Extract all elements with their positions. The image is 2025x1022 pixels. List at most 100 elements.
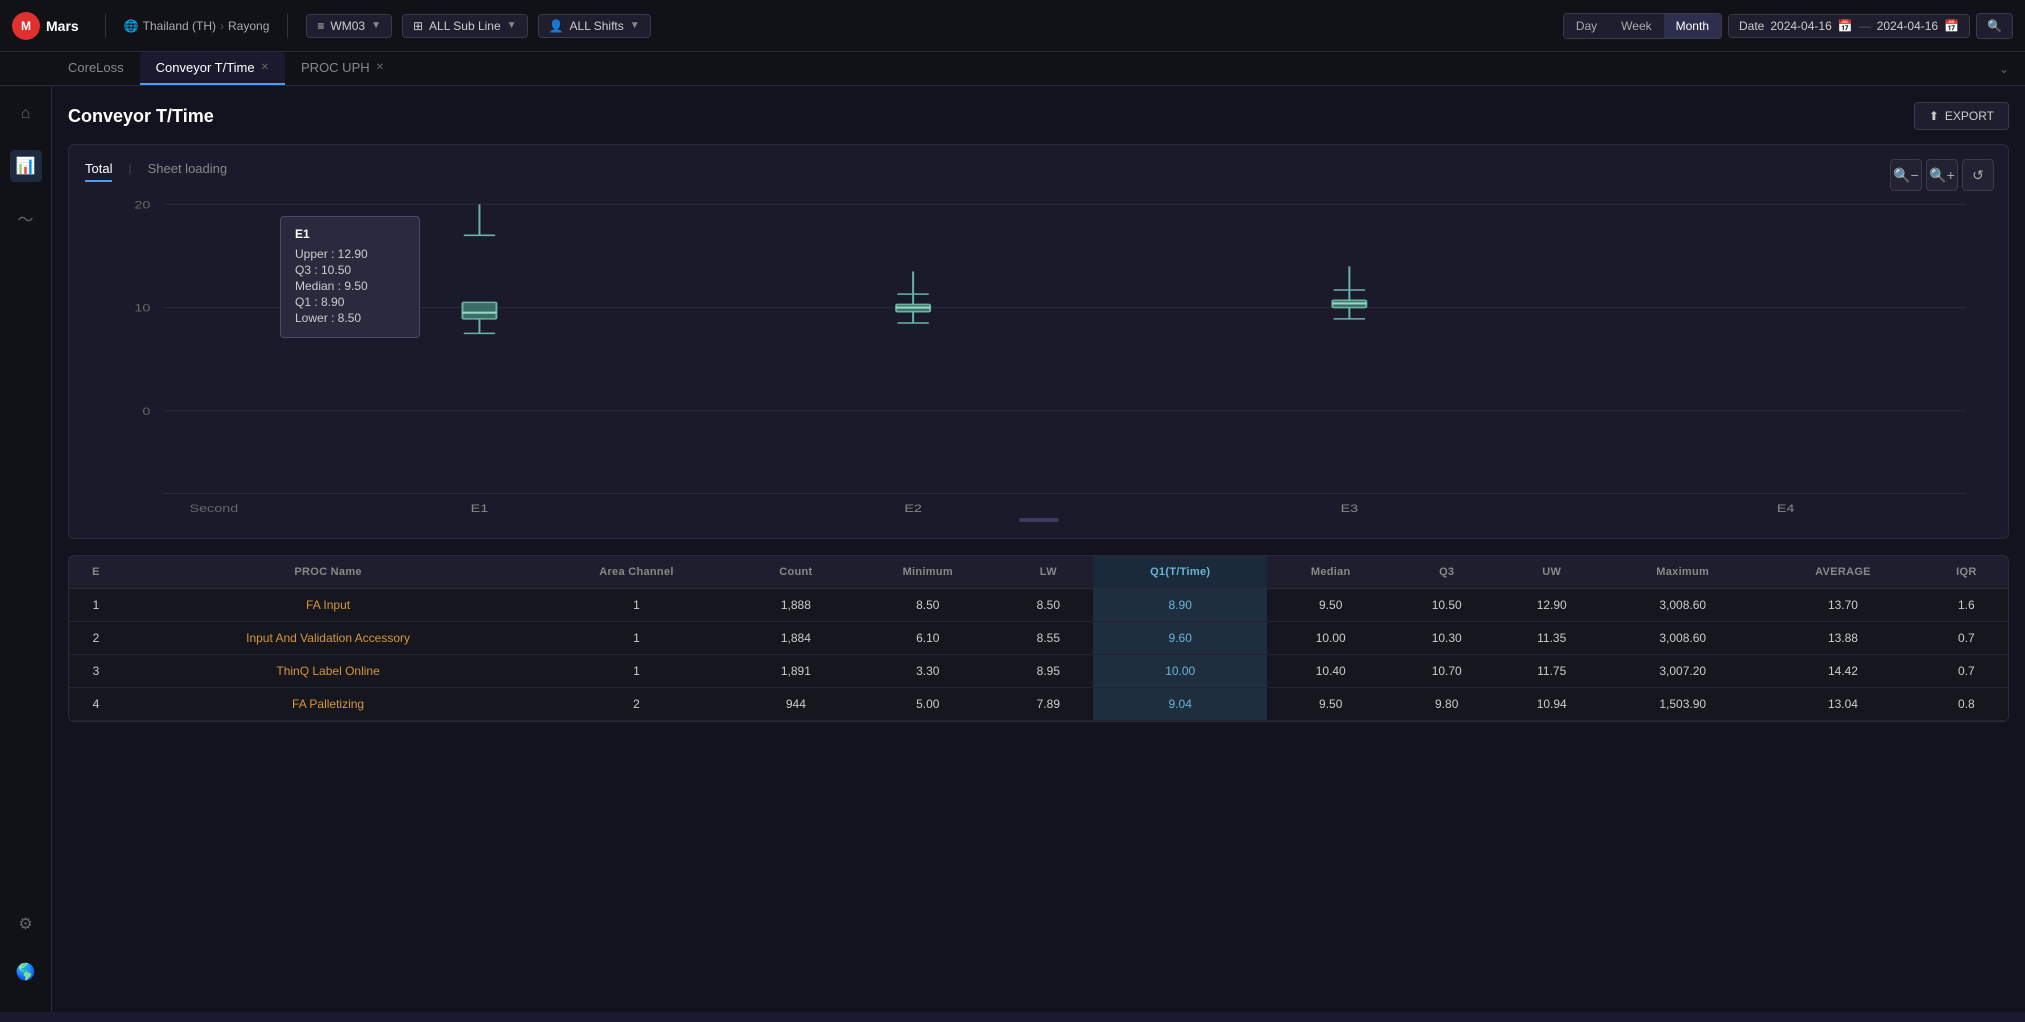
sidebar-home-icon[interactable]: ⌂ (10, 98, 42, 130)
search-button[interactable]: 🔍 (1976, 13, 2013, 39)
tab-proc-uph[interactable]: PROC UPH ✕ (285, 52, 400, 85)
topbar: M Mars 🌐 Thailand (TH) › Rayong ≡ WM03 ▼… (0, 0, 2025, 52)
tab-coreloss[interactable]: CoreLoss (52, 52, 140, 85)
cell-max-0: 3,008.60 (1604, 589, 1761, 622)
zoom-in-button[interactable]: 🔍+ (1926, 159, 1958, 191)
page-header: Conveyor T/Time ⬆ EXPORT (68, 102, 2009, 130)
calendar-icon-to[interactable]: 📅 (1944, 19, 1959, 33)
zoom-reset-button[interactable]: ↺ (1962, 159, 1994, 191)
cell-area-2: 1 (533, 655, 739, 688)
wm-dropdown[interactable]: ≡ WM03 ▼ (306, 14, 392, 38)
cell-q3-1: 10.30 (1394, 622, 1499, 655)
breadcrumb-city: Rayong (228, 19, 269, 33)
chart-card: Total | Sheet loading 🔍− 🔍+ ↺ E1 Upper :… (68, 144, 2009, 539)
day-button[interactable]: Day (1564, 14, 1609, 38)
topbar-sep2 (287, 14, 288, 38)
col-e: E (69, 556, 123, 589)
cell-area-1: 1 (533, 622, 739, 655)
chart-tooltip: E1 Upper : 12.90 Q3 : 10.50 Median : 9.5… (280, 216, 420, 338)
cell-lw-0: 8.50 (1003, 589, 1093, 622)
svg-text:E4: E4 (1777, 501, 1795, 514)
svg-text:0: 0 (142, 404, 150, 417)
cell-uw-0: 12.90 (1499, 589, 1604, 622)
chart-area: E1 Upper : 12.90 Q3 : 10.50 Median : 9.5… (85, 194, 1992, 514)
breadcrumb-sep: › (220, 19, 224, 33)
tab-conveyor[interactable]: Conveyor T/Time ✕ (140, 52, 285, 85)
chart-tab-sheet[interactable]: Sheet loading (148, 161, 228, 182)
cell-proc-1[interactable]: Input And Validation Accessory (123, 622, 533, 655)
export-button[interactable]: ⬆ EXPORT (1914, 102, 2009, 130)
col-median: Median (1267, 556, 1394, 589)
cell-proc-2[interactable]: ThinQ Label Online (123, 655, 533, 688)
tab-proc-uph-close[interactable]: ✕ (376, 62, 384, 73)
cell-uw-1: 11.35 (1499, 622, 1604, 655)
cell-max-3: 1,503.90 (1604, 688, 1761, 721)
svg-text:E1: E1 (471, 501, 489, 514)
cell-proc-0[interactable]: FA Input (123, 589, 533, 622)
wm-value: WM03 (330, 19, 365, 33)
svg-text:E3: E3 (1341, 501, 1359, 514)
cell-q1-2: 10.00 (1093, 655, 1267, 688)
col-q1: Q1(T/Time) (1093, 556, 1267, 589)
tab-conveyor-close[interactable]: ✕ (261, 62, 269, 73)
tab-expand-button[interactable]: ⌄ (1983, 54, 2025, 84)
tooltip-median: Median : 9.50 (295, 279, 405, 293)
col-min: Minimum (852, 556, 1003, 589)
cell-iqr-3: 0.8 (1925, 688, 2008, 721)
topbar-right: Day Week Month Date 2024-04-16 📅 — 2024-… (1563, 13, 2013, 39)
sidebar-wave-icon[interactable]: 〜 (10, 202, 42, 234)
cell-proc-3[interactable]: FA Palletizing (123, 688, 533, 721)
col-count: Count (740, 556, 852, 589)
zoom-out-button[interactable]: 🔍− (1890, 159, 1922, 191)
cell-iqr-0: 1.6 (1925, 589, 2008, 622)
sidebar-chart-icon[interactable]: 📊 (10, 150, 42, 182)
cell-uw-3: 10.94 (1499, 688, 1604, 721)
cell-avg-3: 13.04 (1761, 688, 1925, 721)
time-period-selector: Day Week Month (1563, 13, 1722, 39)
export-label: EXPORT (1945, 109, 1994, 123)
shifts-icon: 👤 (549, 19, 564, 33)
cell-q1-3: 9.04 (1093, 688, 1267, 721)
cell-min-0: 8.50 (852, 589, 1003, 622)
subline-dropdown[interactable]: ⊞ ALL Sub Line ▼ (402, 14, 528, 38)
cell-count-0: 1,888 (740, 589, 852, 622)
sidebar-user-icon[interactable]: 🌎 (10, 956, 42, 988)
export-icon: ⬆ (1929, 109, 1939, 123)
col-lw: LW (1003, 556, 1093, 589)
tooltip-title: E1 (295, 227, 405, 241)
logo-text: Mars (46, 18, 79, 34)
week-button[interactable]: Week (1609, 14, 1663, 38)
cell-max-1: 3,008.60 (1604, 622, 1761, 655)
cell-lw-1: 8.55 (1003, 622, 1093, 655)
logo: M Mars (12, 12, 79, 40)
date-label: Date (1739, 19, 1764, 33)
cell-count-1: 1,884 (740, 622, 852, 655)
data-table: E PROC Name Area Channel Count Minimum L… (69, 556, 2008, 721)
cell-min-3: 5.00 (852, 688, 1003, 721)
cell-count-3: 944 (740, 688, 852, 721)
logo-icon: M (12, 12, 40, 40)
chart-tabs: Total | Sheet loading (85, 161, 1992, 182)
chart-tab-total[interactable]: Total (85, 161, 112, 182)
chart-tab-sep: | (128, 161, 131, 182)
tooltip-q1: Q1 : 8.90 (295, 295, 405, 309)
sidebar-settings-icon[interactable]: ⚙ (10, 908, 42, 940)
col-q3: Q3 (1394, 556, 1499, 589)
col-uw: UW (1499, 556, 1604, 589)
cell-iqr-2: 0.7 (1925, 655, 2008, 688)
shifts-dropdown[interactable]: 👤 ALL Shifts ▼ (538, 14, 651, 38)
shifts-value: ALL Shifts (570, 19, 624, 33)
tab-coreloss-label: CoreLoss (68, 60, 124, 75)
cell-min-2: 3.30 (852, 655, 1003, 688)
calendar-icon-from[interactable]: 📅 (1838, 19, 1853, 33)
cell-area-0: 1 (533, 589, 739, 622)
cell-avg-2: 14.42 (1761, 655, 1925, 688)
col-proc: PROC Name (123, 556, 533, 589)
col-max: Maximum (1604, 556, 1761, 589)
month-button[interactable]: Month (1664, 14, 1721, 38)
tooltip-lower: Lower : 8.50 (295, 311, 405, 325)
table-row: 1 FA Input 1 1,888 8.50 8.50 8.90 9.50 1… (69, 589, 2008, 622)
cell-max-2: 3,007.20 (1604, 655, 1761, 688)
cell-lw-3: 7.89 (1003, 688, 1093, 721)
tabbar: CoreLoss Conveyor T/Time ✕ PROC UPH ✕ ⌄ (0, 52, 2025, 86)
